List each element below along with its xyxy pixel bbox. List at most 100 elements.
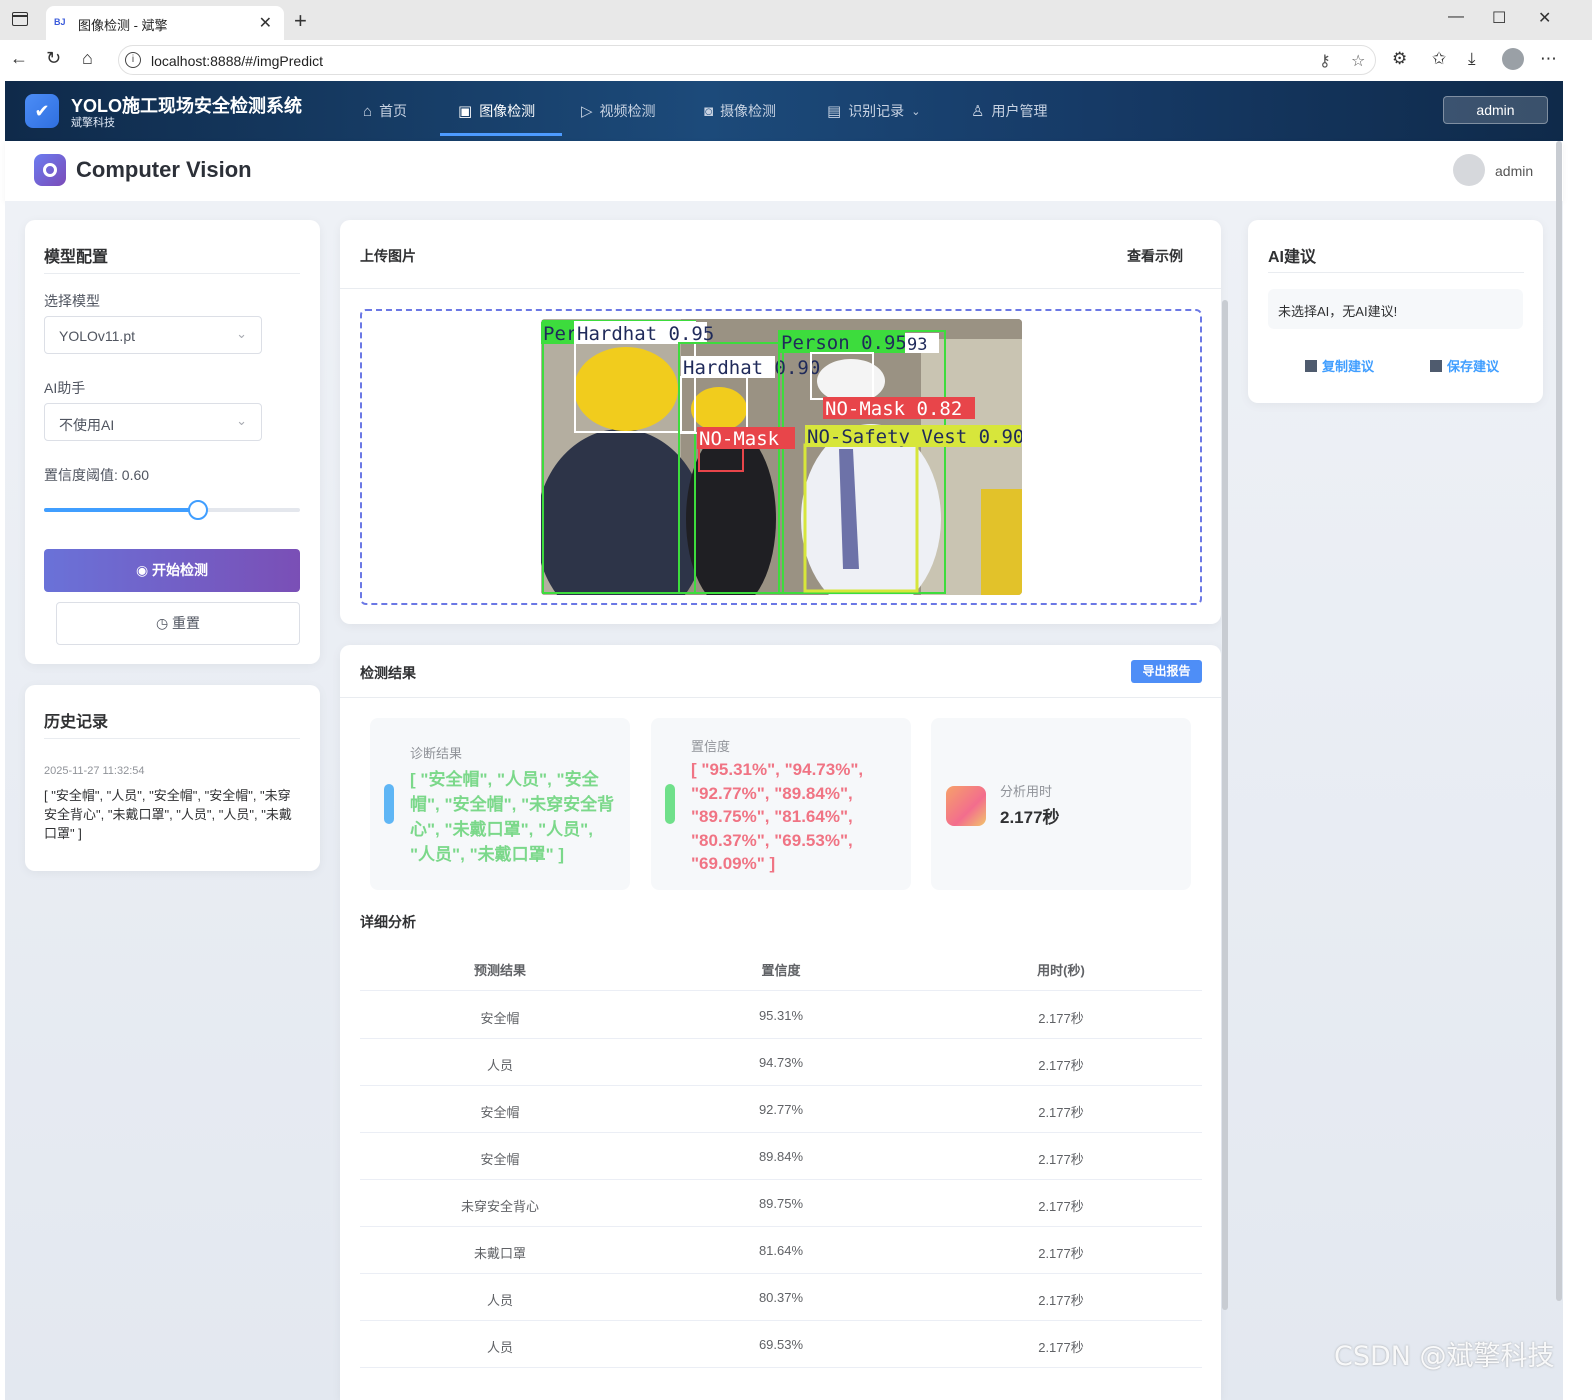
detection-overlay: Per Hardhat 0.95 Hardhat 0.90 Person 0.9…	[541, 319, 1022, 595]
table-row[interactable]: 安全帽 89.84% 2.177秒	[360, 1133, 1202, 1180]
diagnosis-label: 诊断结果	[410, 746, 463, 761]
extensions-icon[interactable]: ⚙	[1392, 49, 1407, 69]
clock-icon: ◷	[155, 615, 169, 631]
chevron-down-icon: ⌄	[236, 326, 247, 341]
browser-tab[interactable]: BJ 图像检测 - 斌擎 ✕	[46, 6, 284, 40]
nav-label: 视频检测	[599, 103, 656, 119]
save-label: 保存建议	[1447, 359, 1500, 374]
nav-users[interactable]: ♙ 用户管理	[971, 81, 1047, 141]
table-row[interactable]: 未戴口罩 81.64% 2.177秒	[360, 1227, 1202, 1274]
table-cell: 81.64%	[758, 1243, 804, 1258]
download-icon[interactable]: ⤓	[1468, 49, 1476, 69]
confidence-slider[interactable]	[44, 500, 300, 520]
history-item[interactable]: [ "安全帽", "人员", "安全帽", "安全帽", "未穿安全背心", "…	[44, 786, 300, 843]
favorites-icon[interactable]: ✩	[1432, 49, 1446, 69]
column-header[interactable]: 预测结果	[360, 960, 640, 979]
table-cell: 安全帽	[480, 1105, 520, 1120]
table-cell: 2.177秒	[1038, 1340, 1084, 1355]
save-suggestion-button[interactable]: 保存建议	[1430, 356, 1499, 375]
page-scrollbar[interactable]	[1556, 141, 1562, 1301]
close-window-icon[interactable]: ✕	[1538, 8, 1551, 28]
reset-button[interactable]: ◷ 重置	[56, 602, 300, 645]
table-cell: 安全帽	[480, 1011, 520, 1026]
table-row[interactable]: 安全帽 95.31% 2.177秒	[360, 992, 1202, 1039]
table-row[interactable]: 人员 69.53% 2.177秒	[360, 1321, 1202, 1368]
table-cell: 80.37%	[758, 1290, 804, 1305]
content-scrollbar[interactable]	[1222, 300, 1228, 1310]
divider	[340, 288, 1221, 289]
view-example-button[interactable]: 查看示例	[1127, 246, 1183, 266]
table-cell: 69.53%	[758, 1337, 804, 1352]
table-row[interactable]: 安全帽 92.77% 2.177秒	[360, 1086, 1202, 1133]
bbox-label: Hardhat 0.90	[683, 357, 820, 379]
column-header[interactable]: 置信度	[641, 960, 921, 979]
close-tab-icon[interactable]: ✕	[259, 13, 272, 33]
confidence-stat-label: 置信度	[691, 739, 731, 754]
nav-image-detect[interactable]: ▣ 图像检测	[458, 81, 535, 141]
save-icon	[1430, 359, 1442, 372]
table-cell: 人员	[486, 1293, 513, 1308]
copy-label: 复制建议	[1322, 359, 1375, 374]
export-report-button[interactable]: 导出报告	[1131, 660, 1202, 683]
copy-suggestion-button[interactable]: 复制建议	[1305, 356, 1374, 375]
bbox-label: Per	[543, 323, 577, 345]
sidebar-toggle-icon[interactable]	[12, 12, 28, 26]
nav-video-detect[interactable]: ▷ 视频检测	[581, 81, 656, 141]
home-icon[interactable]: ⌂	[82, 48, 93, 69]
nav-camera-detect[interactable]: ◙ 摄像检测	[704, 81, 776, 141]
ai-message-box: 未选择AI，无AI建议!	[1268, 289, 1523, 329]
table-row[interactable]: 人员 94.73% 2.177秒	[360, 1039, 1202, 1086]
timer-icon	[946, 786, 986, 826]
maximize-icon[interactable]: ☐	[1492, 8, 1506, 28]
confidence-stat-value: [ "95.31%", "94.73%", "92.77%", "89.84%"…	[691, 760, 864, 873]
cv-logo-icon	[34, 154, 66, 186]
profile-avatar[interactable]	[1502, 48, 1524, 70]
result-title: 检测结果	[360, 665, 416, 681]
url-text[interactable]: localhost:8888/#/imgPredict	[151, 53, 323, 69]
avatar[interactable]	[1453, 154, 1485, 186]
nav-home[interactable]: ⌂ 首页	[363, 81, 407, 141]
address-row: ← ↻ ⌂ i localhost:8888/#/imgPredict ⚷ ☆ …	[0, 40, 1592, 80]
ai-select[interactable]: 不使用AI ⌄	[44, 403, 262, 441]
ai-message: 未选择AI，无AI建议!	[1278, 304, 1398, 319]
table-row[interactable]: 人员 80.37% 2.177秒	[360, 1274, 1202, 1321]
table-cell: 2.177秒	[1038, 1293, 1084, 1308]
ai-label: AI助手	[44, 380, 86, 396]
column-header[interactable]: 用时(秒)	[921, 960, 1201, 979]
tab-title: 图像检测 - 斌擎	[78, 18, 168, 33]
table-cell: 89.75%	[758, 1196, 804, 1211]
app-header: ✔ YOLO施工现场安全检测系统 斌擎科技 ⌂ 首页 ▣ 图像检测 ▷ 视频检测…	[5, 81, 1563, 141]
home-icon: ⌂	[363, 102, 373, 120]
info-icon[interactable]: i	[125, 52, 141, 68]
star-icon[interactable]: ☆	[1351, 51, 1365, 71]
user-menu-button[interactable]: admin	[1443, 96, 1548, 124]
table-cell: 95.31%	[758, 1008, 804, 1023]
new-tab-icon[interactable]: +	[294, 8, 307, 34]
active-nav-indicator	[440, 133, 562, 136]
start-detect-button[interactable]: ◉ 开始检测	[44, 549, 300, 592]
table-cell: 2.177秒	[1038, 1199, 1084, 1214]
nav-records[interactable]: ▤ 识别记录 ⌄	[827, 81, 920, 141]
diagnosis-value: [ "安全帽", "人员", "安全帽", "安全帽", "未穿安全背心", "…	[410, 770, 615, 864]
key-icon[interactable]: ⚷	[1319, 51, 1331, 71]
minimize-icon[interactable]: —	[1448, 8, 1464, 26]
hardhat-yellow-2	[691, 387, 747, 431]
user-name[interactable]: admin	[1495, 163, 1533, 179]
confidence-label: 置信度阈值: 0.60	[44, 467, 150, 483]
back-icon[interactable]: ←	[10, 48, 28, 69]
divider	[44, 738, 300, 739]
more-icon[interactable]: ⋯	[1540, 49, 1557, 69]
bbox-label: Person 0.95	[781, 332, 907, 354]
model-select-value: YOLOv11.pt	[59, 328, 136, 344]
nav-label: 摄像检测	[720, 103, 777, 119]
chevron-down-icon: ⌄	[911, 105, 921, 118]
tab-bar: BJ 图像检测 - 斌擎 ✕ + — ☐ ✕	[0, 0, 1592, 40]
table-row[interactable]: 未穿安全背心 89.75% 2.177秒	[360, 1180, 1202, 1227]
model-select[interactable]: YOLOv11.pt ⌄	[44, 316, 262, 354]
address-bar[interactable]: i localhost:8888/#/imgPredict ⚷ ☆	[118, 45, 1376, 75]
bbox-label: 93	[907, 335, 927, 355]
reload-icon[interactable]: ↻	[46, 48, 61, 69]
slider-handle[interactable]	[187, 500, 208, 520]
model-label: 选择模型	[44, 293, 100, 309]
divider	[340, 697, 1221, 698]
